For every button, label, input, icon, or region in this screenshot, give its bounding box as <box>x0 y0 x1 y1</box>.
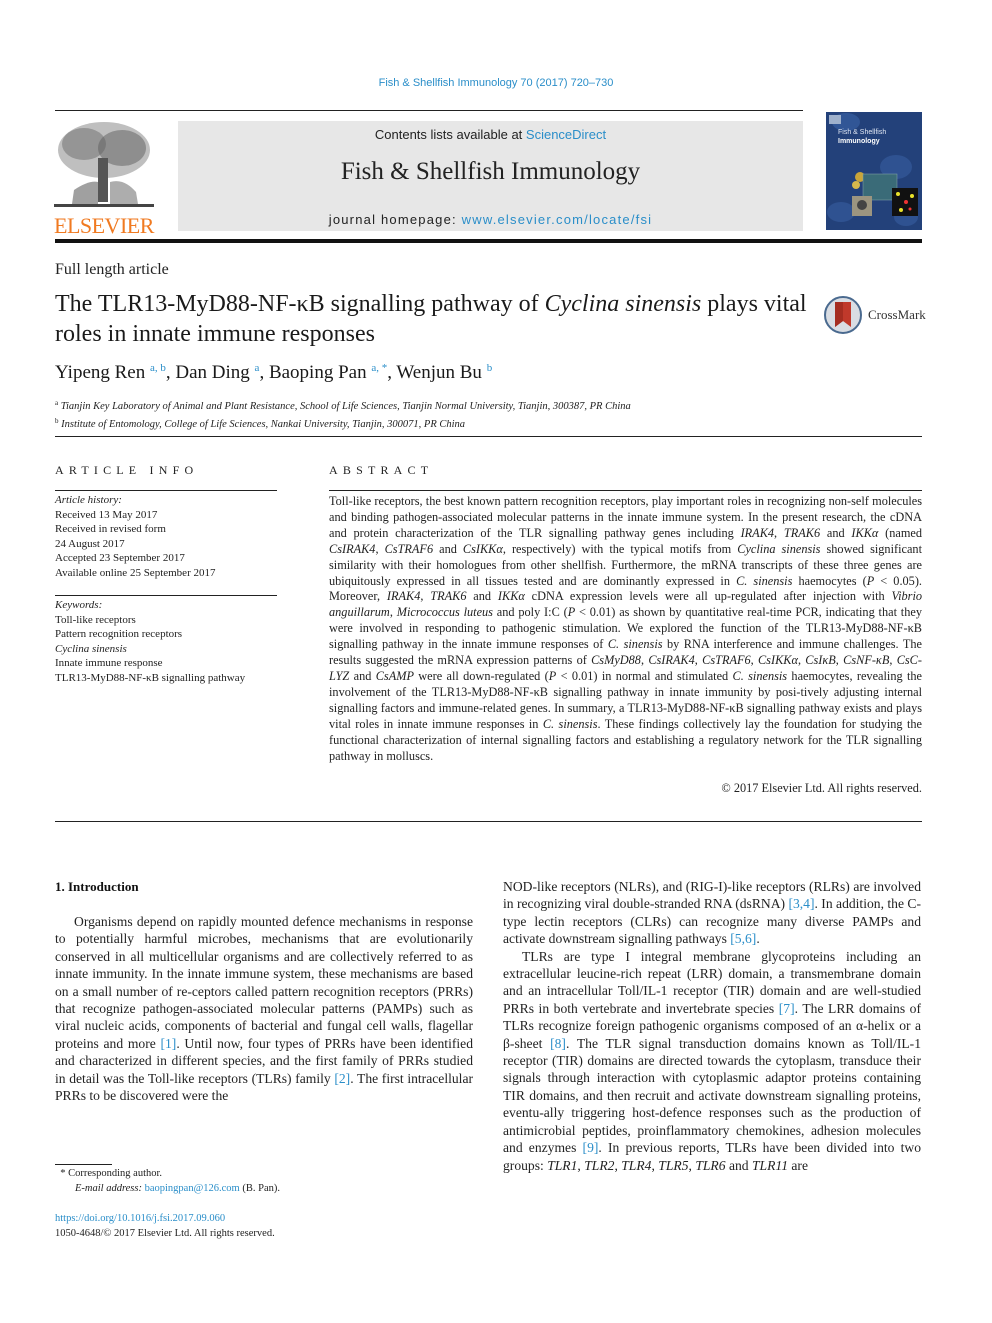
crossmark-icon <box>824 296 862 334</box>
journal-cover[interactable]: Fish & Shellfish Immunology <box>826 112 922 230</box>
history-item: Available online 25 September 2017 <box>55 566 216 579</box>
affiliation-ref[interactable]: a, b <box>150 362 166 374</box>
journal-header-box: Contents lists available at ScienceDirec… <box>178 121 803 231</box>
contents-line: Contents lists available at ScienceDirec… <box>374 127 607 142</box>
homepage-line: journal homepage: www.elsevier.com/locat… <box>328 212 653 227</box>
keyword: Pattern recognition receptors <box>55 628 183 641</box>
journal-homepage-link[interactable]: www.elsevier.com/locate/fsi <box>462 212 653 227</box>
affiliations: a Tianjin Key Laboratory of Animal and P… <box>55 396 631 432</box>
author[interactable]: Yipeng Ren a, b <box>55 362 166 383</box>
abstract-text: Toll-like receptors, the best known patt… <box>329 494 923 763</box>
author-list: Yipeng Ren a, b, Dan Ding a, Baoping Pan… <box>55 362 493 383</box>
section-heading: 1. Introduction <box>55 879 139 894</box>
affiliation-ref[interactable]: a, * <box>371 362 387 374</box>
elsevier-tree-icon <box>54 122 154 207</box>
body-column-right: NOD-like receptors (NLRs), and (RIG-I)-l… <box>503 878 921 1174</box>
footnote: * Corresponding author. E-mail address: … <box>60 1168 280 1194</box>
keyword: Cyclina sinensis <box>55 642 127 655</box>
doi-block: https://doi.org/10.1016/j.fsi.2017.09.06… <box>55 1211 275 1241</box>
running-head[interactable]: Fish & Shellfish Immunology 70 (2017) 72… <box>0 77 992 89</box>
keyword: TLR13-MyD88-NF-κB signalling pathway <box>55 671 246 684</box>
crossmark-button[interactable]: CrossMark <box>824 296 926 334</box>
keywords: Keywords: Toll-like receptors Pattern re… <box>55 598 277 686</box>
affiliation: a Tianjin Key Laboratory of Animal and P… <box>55 399 631 412</box>
paragraph: NOD-like receptors (NLRs), and (RIG-I)-l… <box>503 879 921 947</box>
history-item: 24 August 2017 <box>55 537 125 550</box>
abstract-copyright: © 2017 Elsevier Ltd. All rights reserved… <box>721 781 922 795</box>
divider <box>55 821 922 822</box>
history-item: Accepted 23 September 2017 <box>55 552 185 565</box>
divider <box>55 436 922 437</box>
paragraph: TLRs are type I integral membrane glycop… <box>503 948 922 1173</box>
affiliation-ref[interactable]: b <box>487 362 493 374</box>
article-title: The TLR13-MyD88-NF-κB signalling pathway… <box>55 291 807 347</box>
issn-line: 1050-4648/© 2017 Elsevier Ltd. All right… <box>55 1228 275 1239</box>
abstract-heading: ABSTRACT <box>329 463 434 477</box>
header-rule <box>55 239 922 243</box>
top-rule <box>55 110 803 111</box>
author[interactable]: Wenjun Bu b <box>396 362 492 383</box>
cover-title: Fish & Shellfish Immunology <box>838 129 887 145</box>
history-item: Received 13 May 2017 <box>55 508 158 521</box>
crossmark-label: CrossMark <box>868 307 926 322</box>
affiliation: b Institute of Entomology, College of Li… <box>55 417 466 430</box>
divider <box>55 595 277 596</box>
divider <box>329 490 922 491</box>
footnote-rule <box>55 1164 112 1165</box>
sciencedirect-link[interactable]: ScienceDirect <box>526 127 606 142</box>
author[interactable]: Dan Ding a <box>175 362 259 383</box>
body-column-left: Organisms depend on rapidly mounted defe… <box>55 913 473 1104</box>
email-link[interactable]: baopingpan@126.com <box>145 1183 240 1194</box>
journal-name: Fish & Shellfish Immunology <box>340 158 641 185</box>
author[interactable]: Baoping Pan a, * <box>269 362 387 383</box>
keyword: Toll-like receptors <box>55 613 136 626</box>
paragraph: Organisms depend on rapidly mounted defe… <box>55 914 474 1104</box>
article-info-heading: ARTICLE INFO <box>55 463 199 477</box>
article-history: Article history: Received 13 May 2017 Re… <box>55 493 277 581</box>
article-type: Full length article <box>55 261 169 278</box>
elsevier-logo[interactable]: ELSEVIER <box>54 120 154 238</box>
history-item: Received in revised form <box>55 523 166 536</box>
elsevier-wordmark: ELSEVIER <box>54 213 154 238</box>
divider <box>55 490 277 491</box>
keyword: Innate immune response <box>55 657 163 670</box>
doi-link[interactable]: https://doi.org/10.1016/j.fsi.2017.09.06… <box>55 1213 225 1224</box>
